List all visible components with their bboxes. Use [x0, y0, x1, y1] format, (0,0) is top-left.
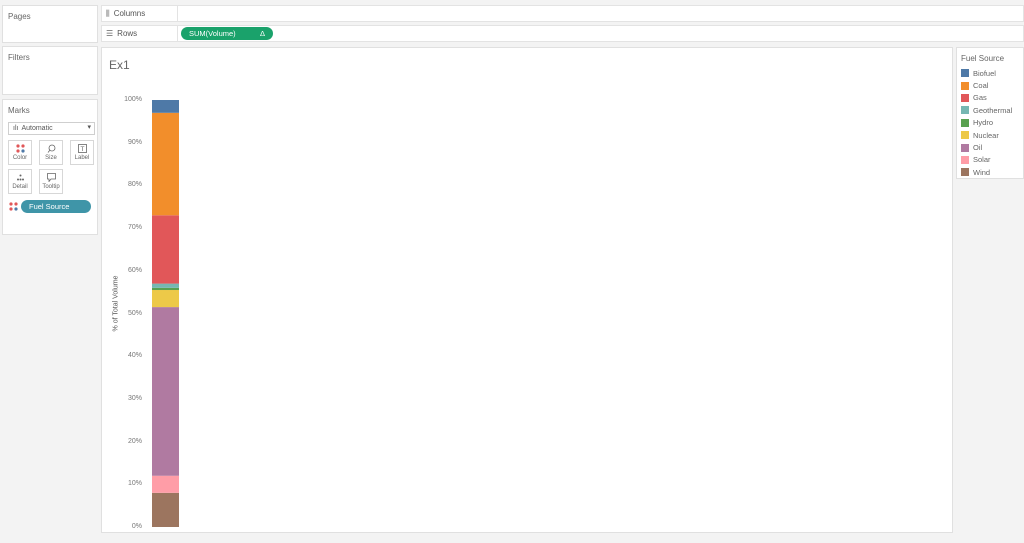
color-button-label: Color — [12, 155, 28, 161]
bar-chart-icon: ılı — [13, 125, 19, 132]
legend-label: Gas — [973, 93, 987, 103]
legend-swatch — [961, 81, 969, 90]
rows-shelf[interactable]: ☰ Rows SUM(Volume) Δ — [101, 25, 1024, 42]
bar-segment-biofuel[interactable] — [152, 100, 179, 113]
label-icon: T — [77, 144, 87, 153]
legend-label: Geothermal — [973, 105, 1013, 115]
legend-item-wind[interactable]: Wind — [957, 166, 1023, 178]
legend-item-nuclear[interactable]: Nuclear — [957, 129, 1023, 141]
columns-shelf-label: ⫼ Columns — [102, 6, 178, 21]
delta-icon: Δ — [259, 29, 265, 38]
legend-swatch — [961, 106, 969, 115]
bar-segment-geothermal[interactable] — [152, 283, 179, 288]
legend-list: Biofuel Coal Gas Geothermal Hydro Nuclear Oil S… — [957, 67, 1023, 179]
legend-pane: Fuel Source Biofuel Coal Gas Geothermal Hydr… — [956, 47, 1024, 179]
label-button[interactable]: T Label — [70, 140, 94, 165]
bar-segment-nuclear[interactable] — [152, 290, 179, 308]
legend-label: Wind — [973, 167, 991, 177]
color-button[interactable]: Color — [8, 140, 32, 165]
legend-label: Solar — [973, 155, 991, 165]
legend-item-solar[interactable]: Solar — [957, 154, 1023, 166]
fuel-source-color-pill[interactable]: Fuel Source — [21, 200, 91, 213]
legend-swatch — [961, 168, 969, 177]
tooltip-icon — [46, 173, 56, 182]
marks-card: Marks ılı Automatic ▾ Color Size T Label… — [2, 99, 98, 235]
tooltip-button-label: Tooltip — [42, 184, 60, 190]
filters-title: Filters — [8, 53, 30, 62]
legend-label: Biofuel — [973, 68, 996, 78]
filters-pane[interactable]: Filters — [2, 46, 98, 95]
legend-swatch — [961, 155, 969, 164]
svg-text:T: T — [79, 146, 84, 153]
mark-type-dropdown[interactable]: ılı Automatic ▾ — [8, 122, 95, 135]
detail-button[interactable]: Detail — [8, 169, 32, 194]
bar-segment-wind[interactable] — [152, 492, 179, 527]
color-icon — [15, 144, 25, 153]
bar-segment-hydro[interactable] — [152, 287, 179, 291]
columns-shelf[interactable]: ⫼ Columns — [101, 5, 1024, 22]
size-icon — [47, 144, 55, 153]
label-button-label: Label — [74, 155, 90, 161]
sum-volume-pill-label: SUM(Volume) — [189, 29, 236, 38]
sum-volume-pill[interactable]: SUM(Volume) Δ — [181, 27, 273, 40]
legend-swatch — [961, 143, 969, 152]
legend-item-hydro[interactable]: Hydro — [957, 117, 1023, 129]
chevron-down-icon: ▾ — [87, 124, 91, 131]
legend-item-geothermal[interactable]: Geothermal — [957, 104, 1023, 116]
legend-item-gas[interactable]: Gas — [957, 92, 1023, 104]
pages-title: Pages — [8, 12, 31, 21]
mark-type-value: Automatic — [21, 125, 53, 132]
tooltip-button[interactable]: Tooltip — [39, 169, 63, 194]
color-field-row: Fuel Source — [9, 200, 91, 213]
detail-button-label: Detail — [12, 184, 28, 190]
bar-segment-solar[interactable] — [152, 475, 179, 493]
legend-label: Coal — [973, 81, 989, 91]
marks-title: Marks — [8, 106, 30, 115]
legend-label: Oil — [973, 143, 983, 153]
size-button[interactable]: Size — [39, 140, 63, 165]
columns-icon: ⫼ — [106, 8, 110, 18]
legend-item-biofuel[interactable]: Biofuel — [957, 67, 1023, 79]
rows-icon: ☰ — [106, 29, 114, 38]
legend-item-coal[interactable]: Coal — [957, 79, 1023, 91]
legend-swatch — [961, 69, 969, 78]
legend-swatch — [961, 93, 969, 102]
pages-pane[interactable]: Pages — [2, 5, 98, 43]
stacked-bar-chart[interactable] — [102, 48, 952, 532]
legend-label: Hydro — [973, 118, 994, 128]
bar-segment-oil[interactable] — [152, 307, 179, 476]
size-button-label: Size — [45, 155, 57, 161]
color-icon — [9, 202, 18, 211]
legend-item-oil[interactable]: Oil — [957, 141, 1023, 153]
bar-segment-coal[interactable] — [152, 112, 179, 216]
rows-shelf-label: ☰ Rows — [102, 26, 178, 41]
bar-segment-gas[interactable] — [152, 215, 179, 284]
legend-swatch — [961, 131, 969, 140]
detail-icon — [16, 174, 24, 181]
legend-title: Fuel Source — [961, 54, 1005, 63]
legend-label: Nuclear — [973, 130, 999, 140]
legend-swatch — [961, 118, 969, 127]
view-area[interactable]: Ex1 % of Total Volume 0% 10% 20% 30% 40% 50% 6… — [101, 47, 953, 533]
